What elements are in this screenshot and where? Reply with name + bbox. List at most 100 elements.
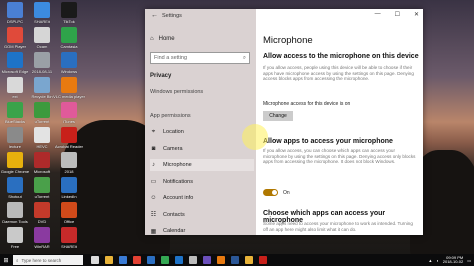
sidebar-item-microphone[interactable]: ♪ Microphone bbox=[150, 159, 254, 171]
taskbar-mail-icon[interactable] bbox=[147, 256, 155, 264]
sidebar-item-label: Notifications bbox=[163, 178, 193, 185]
minimize-icon[interactable]: — bbox=[375, 11, 381, 18]
sidebar-item-account-info[interactable]: ☺ Account info bbox=[150, 192, 254, 204]
taskbar-edge-icon[interactable] bbox=[175, 256, 183, 264]
taskbar-photos-icon[interactable] bbox=[203, 256, 211, 264]
desktop-icon-label: Ocam bbox=[36, 44, 48, 49]
desktop-icon[interactable]: Microsoft bbox=[29, 152, 55, 174]
app-icon bbox=[34, 2, 50, 18]
sidebar-item-camera[interactable]: ◙ Camera bbox=[150, 143, 254, 155]
taskbar-word-icon[interactable] bbox=[231, 256, 239, 264]
sidebar-item-label: Contacts bbox=[163, 211, 185, 218]
account-icon: ☺ bbox=[150, 195, 157, 201]
desktop-icon-label: Free bbox=[10, 244, 20, 249]
volume-icon[interactable]: ◖ bbox=[436, 258, 438, 263]
desktop-icon[interactable]: Free bbox=[2, 227, 28, 249]
desktop-icon-label: Microsoft Edge bbox=[1, 69, 29, 74]
desktop-icon-label: Microsoft bbox=[33, 169, 51, 174]
desktop-icon[interactable]: Shotcut bbox=[2, 177, 28, 199]
microphone-toggle[interactable] bbox=[263, 189, 278, 196]
desktop-icon[interactable]: HEVC bbox=[29, 127, 55, 149]
desktop-icon[interactable]: WinRAR bbox=[29, 227, 55, 249]
desktop-icon-label: 2018 bbox=[64, 169, 74, 174]
taskbar-vlc-icon[interactable] bbox=[217, 256, 225, 264]
taskbar-task-view-icon[interactable] bbox=[91, 256, 99, 264]
desktop-icon[interactable]: LinkedIn bbox=[56, 177, 82, 199]
app-icon bbox=[61, 2, 77, 18]
taskbar-apps bbox=[91, 256, 267, 264]
desktop-icon[interactable]: GOM Player bbox=[2, 27, 28, 49]
desktop-icon-label: SHAREit bbox=[61, 244, 77, 249]
sidebar-item-label: Location bbox=[163, 129, 184, 135]
app-icon bbox=[61, 102, 77, 118]
desktop-icon[interactable]: DVD bbox=[29, 202, 55, 224]
app-icon bbox=[7, 102, 23, 118]
choose-apps-text: Some apps need to access your microphone… bbox=[263, 221, 413, 232]
app-icon bbox=[34, 152, 50, 168]
desktop-icon[interactable]: Windows bbox=[56, 52, 82, 74]
start-button[interactable]: ⊞ bbox=[0, 254, 12, 266]
app-icon bbox=[34, 202, 50, 218]
search-icon[interactable]: ⌕ bbox=[243, 55, 246, 62]
desktop-icon[interactable]: TikTok bbox=[56, 2, 82, 24]
windows-permissions-link[interactable]: Windows permissions bbox=[150, 89, 203, 95]
app-icon bbox=[7, 227, 23, 243]
taskbar-settings-icon[interactable] bbox=[189, 256, 197, 264]
sidebar-item-location[interactable]: ⌖ Location bbox=[150, 126, 254, 138]
desktop-icon[interactable]: Acrobat Reader bbox=[55, 127, 83, 149]
sidebar-item-contacts[interactable]: ☷ Contacts bbox=[150, 209, 254, 221]
app-icon bbox=[7, 177, 23, 193]
network-icon[interactable]: ▲ bbox=[428, 258, 432, 263]
change-button[interactable]: Change bbox=[263, 111, 293, 121]
desktop-icon[interactable]: Google Chrome bbox=[1, 152, 29, 174]
desktop-icon[interactable]: Ocam bbox=[29, 27, 55, 49]
desktop-icon[interactable]: Camtasia bbox=[56, 27, 82, 49]
taskbar-store-icon[interactable] bbox=[119, 256, 127, 264]
desktop-icon[interactable]: SHAREit bbox=[29, 2, 55, 24]
allow-apps-heading: Allow apps to access your microphone bbox=[263, 138, 393, 145]
desktop-icon-label: Recycle Bin bbox=[31, 94, 53, 99]
camera-icon: ◙ bbox=[151, 145, 156, 152]
desktop-icon[interactable]: SHAREit bbox=[56, 227, 82, 249]
desktop-icon-label: BlueStacks bbox=[4, 119, 25, 124]
taskbar-app-icon[interactable] bbox=[259, 256, 267, 264]
sidebar-item-notifications[interactable]: ▭ Notifications bbox=[150, 176, 254, 188]
taskbar-search[interactable]: ⌕ Type here to search bbox=[13, 255, 83, 265]
desktop-icon[interactable]: Recycle Bin bbox=[29, 77, 55, 99]
desktop-icon[interactable]: Microsoft Edge bbox=[2, 52, 28, 74]
action-center-icon[interactable]: ▭ bbox=[467, 258, 471, 263]
app-icon bbox=[61, 202, 77, 218]
home-icon: ⌂ bbox=[150, 36, 154, 42]
app-icon bbox=[7, 127, 23, 143]
find-setting-input[interactable]: Find a setting ⌕ bbox=[150, 52, 250, 64]
desktop-icon[interactable]: lecture bbox=[2, 127, 28, 149]
back-arrow-icon[interactable]: ← bbox=[151, 12, 158, 19]
desktop-icon[interactable]: VLC media player bbox=[53, 77, 85, 99]
maximize-icon[interactable]: ☐ bbox=[395, 11, 400, 18]
sidebar-item-label: Microphone bbox=[163, 162, 192, 168]
desktop-icon[interactable]: ext bbox=[2, 77, 28, 99]
taskbar-camtasia-icon[interactable] bbox=[161, 256, 169, 264]
desktop-icon[interactable]: Daemon Tools bbox=[2, 202, 28, 224]
sidebar-item-calendar[interactable]: ▦ Calendar bbox=[150, 225, 254, 237]
desktop-icon-label: Windows bbox=[60, 69, 78, 74]
clock[interactable]: 09:09 PM 2018-10-02 bbox=[443, 255, 463, 265]
taskbar-explorer2-icon[interactable] bbox=[245, 256, 253, 264]
desktop-icon[interactable]: DSPLPC bbox=[2, 2, 28, 24]
app-icon bbox=[34, 27, 50, 43]
taskbar-chrome-icon[interactable] bbox=[133, 256, 141, 264]
location-icon: ⌖ bbox=[151, 128, 156, 135]
desktop-icon[interactable]: uTorrent bbox=[29, 102, 55, 124]
home-link[interactable]: ⌂ Home bbox=[150, 36, 175, 42]
desktop-icon[interactable]: 2018-08-11 bbox=[29, 52, 55, 74]
desktop-icon[interactable]: BlueStacks bbox=[2, 102, 28, 124]
desktop-icon[interactable]: 2018 bbox=[56, 152, 82, 174]
close-icon[interactable]: ✕ bbox=[414, 11, 419, 18]
desktop-icon[interactable]: uTorrent bbox=[29, 177, 55, 199]
taskbar-file-explorer-icon[interactable] bbox=[105, 256, 113, 264]
cursor-highlight bbox=[242, 124, 268, 150]
app-icon bbox=[7, 2, 23, 18]
allow-apps-text: If you allow access, you can choose whic… bbox=[263, 148, 416, 165]
desktop-icon[interactable]: iTunes bbox=[56, 102, 82, 124]
desktop-icon[interactable]: Office bbox=[56, 202, 82, 224]
